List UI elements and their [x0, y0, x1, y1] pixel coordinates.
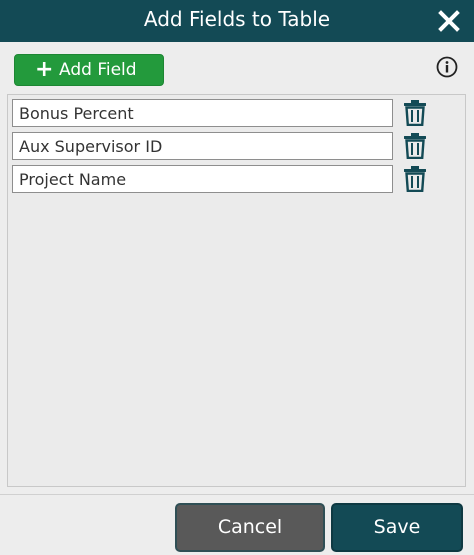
info-icon[interactable]: [436, 56, 458, 78]
dialog-header: Add Fields to Table: [0, 0, 474, 42]
field-name-input[interactable]: [12, 165, 393, 193]
cancel-button[interactable]: Cancel: [175, 503, 325, 552]
close-icon[interactable]: [436, 8, 462, 34]
trash-icon[interactable]: [403, 166, 427, 193]
add-field-label: Add Field: [59, 60, 137, 80]
save-button[interactable]: Save: [331, 503, 463, 552]
trash-icon[interactable]: [403, 100, 427, 127]
dialog-footer: Cancel Save: [0, 494, 474, 555]
dialog-title: Add Fields to Table: [143, 7, 331, 31]
trash-icon[interactable]: [403, 133, 427, 160]
add-field-button[interactable]: + Add Field: [14, 54, 164, 86]
fields-list: [7, 94, 466, 487]
field-name-input[interactable]: [12, 132, 393, 160]
add-fields-dialog: Add Fields to Table + Add Field Bonus Pe…: [0, 0, 474, 555]
field-name-input[interactable]: [12, 99, 393, 127]
plus-icon: +: [35, 57, 54, 82]
